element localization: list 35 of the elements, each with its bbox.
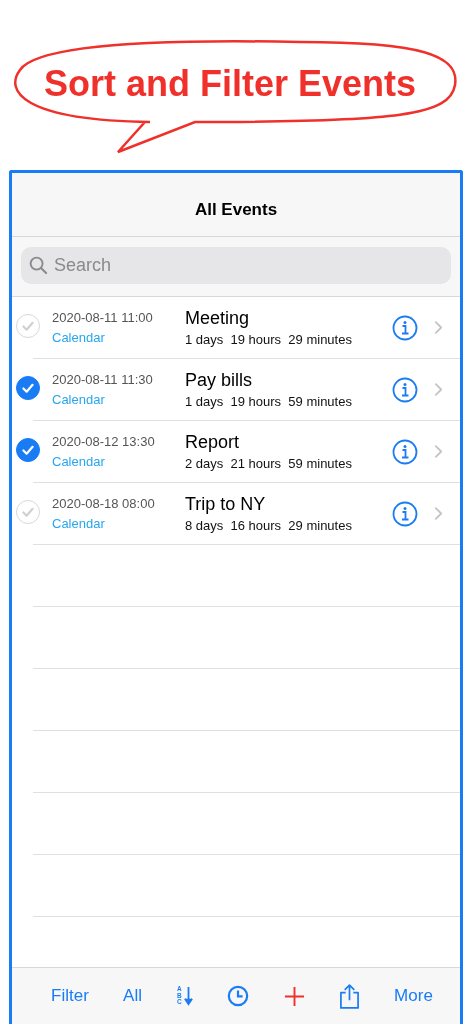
event-title: Report bbox=[185, 432, 241, 453]
info-icon[interactable] bbox=[392, 500, 418, 527]
calendar-name: Calendar bbox=[52, 392, 106, 407]
toolbar-button[interactable]: All bbox=[123, 986, 142, 1006]
countdown-text: 1 days 19 hours 29 minutes bbox=[185, 332, 353, 347]
nav-title: All Events bbox=[194, 199, 278, 220]
chevron-icon bbox=[434, 506, 443, 521]
event-datetime: 2020-08-11 11:30 bbox=[52, 372, 154, 387]
clock-icon[interactable] bbox=[227, 985, 250, 1007]
countdown-text: 8 days 16 hours 29 minutes bbox=[185, 518, 353, 533]
chevron-icon bbox=[434, 320, 443, 335]
event-title: Pay bills bbox=[185, 370, 254, 391]
chevron-icon bbox=[434, 382, 443, 397]
event-datetime: 2020-08-12 13:30 bbox=[52, 434, 156, 449]
toolbar-button[interactable]: Filter bbox=[51, 986, 89, 1006]
event-title: Trip to NY bbox=[185, 494, 267, 515]
toolbar-button[interactable]: More bbox=[394, 986, 433, 1006]
info-icon[interactable] bbox=[392, 314, 418, 341]
add-icon[interactable] bbox=[283, 985, 305, 1007]
countdown-text: 2 days 21 hours 59 minutes bbox=[185, 456, 353, 471]
info-icon[interactable] bbox=[392, 376, 418, 403]
checkmark-circle[interactable] bbox=[16, 438, 40, 462]
chevron-icon bbox=[434, 444, 443, 459]
checkmark-circle[interactable] bbox=[16, 376, 40, 400]
search-field[interactable]: Search bbox=[21, 247, 451, 284]
share-icon[interactable] bbox=[338, 982, 360, 1010]
event-datetime: 2020-08-11 11:00 bbox=[52, 310, 154, 325]
event-title: Meeting bbox=[185, 308, 251, 329]
info-icon[interactable] bbox=[392, 438, 418, 465]
calendar-name: Calendar bbox=[52, 454, 106, 469]
calendar-name: Calendar bbox=[52, 330, 106, 345]
countdown-text: 1 days 19 hours 59 minutes bbox=[185, 394, 353, 409]
calendar-name: Calendar bbox=[52, 516, 106, 531]
event-datetime: 2020-08-18 08:00 bbox=[52, 496, 156, 511]
callout-title: Sort and Filter Events bbox=[44, 63, 417, 105]
